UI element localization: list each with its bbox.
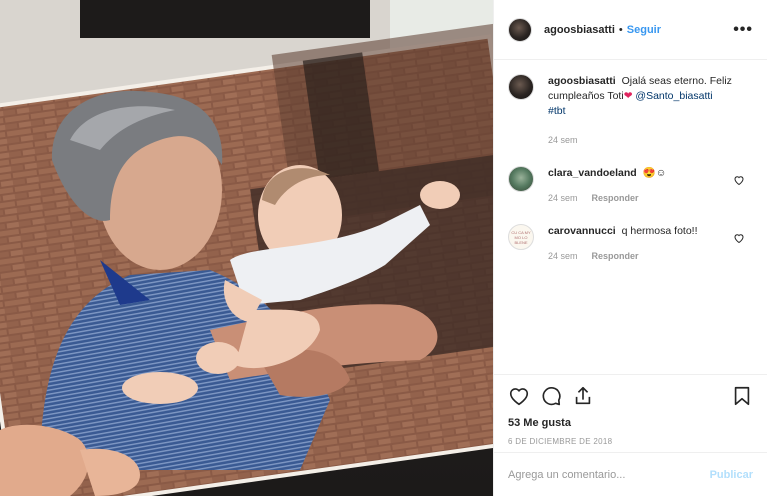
- follow-button[interactable]: Seguir: [627, 24, 661, 36]
- caption-time[interactable]: 24 sem: [548, 135, 578, 145]
- author-avatar[interactable]: [508, 17, 532, 42]
- comment-input[interactable]: [508, 468, 710, 481]
- heart-icon[interactable]: [508, 385, 530, 407]
- caption-hashtag[interactable]: #tbt: [548, 105, 566, 117]
- likes-count[interactable]: 53 Me gusta: [508, 417, 753, 429]
- commenter-avatar[interactable]: CU CA MY MO LO BLENE: [508, 224, 534, 250]
- caption: agoosbiasatti Ojalá seas eterno. Feliz c…: [508, 74, 753, 148]
- post-header: agoosbiasatti • Seguir •••: [494, 0, 767, 60]
- more-options-icon[interactable]: •••: [733, 21, 753, 39]
- reply-button[interactable]: Responder: [592, 193, 639, 203]
- bookmark-icon[interactable]: [731, 385, 753, 407]
- comments-section: agoosbiasatti Ojalá seas eterno. Feliz c…: [494, 60, 767, 372]
- comment-item: clara_vandoeland 😍☺ 24 sem Responder: [508, 166, 753, 206]
- comment-time[interactable]: 24 sem: [548, 251, 578, 261]
- commenter-avatar-logo-text: CU CA MY MO LO BLENE: [511, 229, 531, 245]
- share-icon[interactable]: [572, 385, 594, 407]
- commenter-avatar[interactable]: [508, 166, 534, 192]
- comment-username[interactable]: carovannucci: [548, 225, 616, 237]
- post-photo[interactable]: [0, 0, 493, 496]
- post-actions: 53 Me gusta 6 DE DICIEMBRE DE 2018: [494, 374, 767, 452]
- post-image: [0, 0, 493, 496]
- comment-time[interactable]: 24 sem: [548, 193, 578, 203]
- add-comment-bar: Publicar: [494, 452, 767, 496]
- like-comment-heart-icon[interactable]: [733, 232, 745, 244]
- post-side-panel: agoosbiasatti • Seguir ••• agoosbiasatti…: [493, 0, 767, 496]
- post-date: 6 DE DICIEMBRE DE 2018: [508, 437, 613, 446]
- publish-button[interactable]: Publicar: [710, 469, 753, 481]
- caption-mention[interactable]: @Santo_biasatti: [635, 90, 712, 102]
- like-comment-heart-icon[interactable]: [733, 174, 745, 186]
- separator-dot: •: [618, 23, 623, 36]
- comment-icon[interactable]: [540, 385, 562, 407]
- comment-item: CU CA MY MO LO BLENE carovannucci q herm…: [508, 224, 753, 264]
- heart-emoji: ❤: [623, 90, 633, 102]
- author-username[interactable]: agoosbiasatti: [544, 24, 615, 36]
- comment-username[interactable]: clara_vandoeland: [548, 167, 637, 179]
- caption-username[interactable]: agoosbiasatti: [548, 75, 616, 87]
- comment-text: 😍☺: [642, 167, 667, 179]
- comment-text: q hermosa foto!!: [621, 225, 698, 237]
- caption-avatar[interactable]: [508, 74, 534, 100]
- reply-button[interactable]: Responder: [592, 251, 639, 261]
